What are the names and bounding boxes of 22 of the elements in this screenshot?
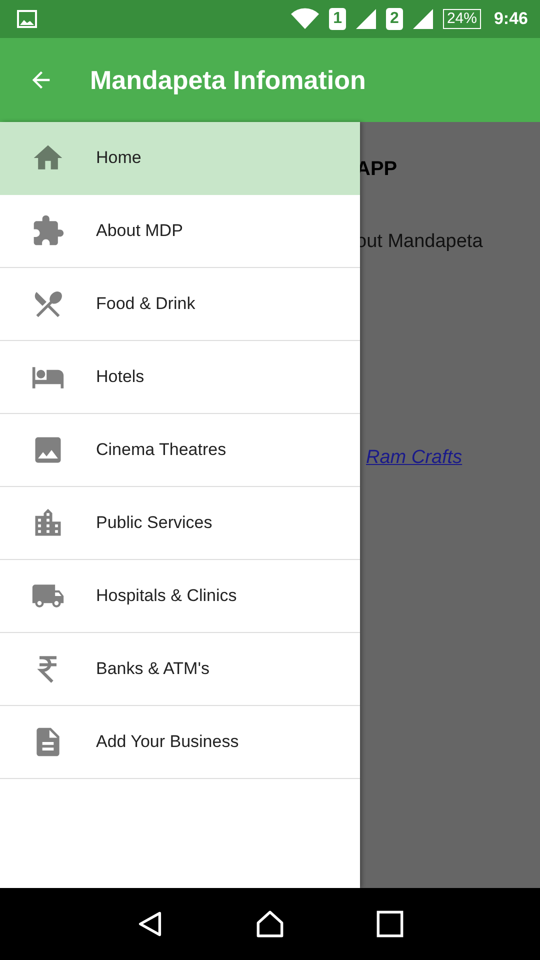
menu-item[interactable]: Banks & ATM's [0,633,360,706]
menu-item[interactable]: Public Services [0,487,360,560]
battery-level: 24% [442,9,481,29]
menu-item[interactable]: Cinema Theatres [0,414,360,487]
signal-icon [355,8,378,30]
puzzle-icon [31,214,65,248]
menu-item[interactable]: Home [0,122,360,195]
sim-badge: 1 [329,8,346,30]
sim-badge: 2 [386,8,403,30]
signal-icon [412,8,434,30]
menu-item[interactable]: About MDP [0,195,360,268]
menu-item[interactable]: Food & Drink [0,268,360,341]
back-icon[interactable] [136,910,164,938]
wifi-icon [290,7,320,31]
menu-item[interactable]: Hotels [0,341,360,414]
toolbar-title: Mandapeta Infomation [90,64,366,96]
menu-item[interactable]: Add Your Business [0,706,360,779]
clock: 9:46 [494,9,528,29]
recents-icon[interactable] [376,910,404,938]
menu-item[interactable]: Hospitals & Clinics [0,560,360,633]
home-icon[interactable] [256,910,284,938]
gallery-icon [17,10,37,28]
